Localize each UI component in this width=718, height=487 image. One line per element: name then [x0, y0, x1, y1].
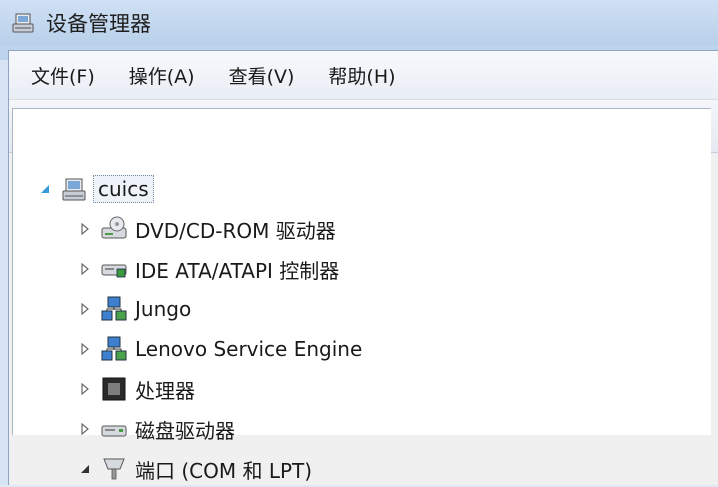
menu-view[interactable]: 查看(V): [227, 58, 297, 93]
title-bar[interactable]: 设备管理器: [0, 0, 718, 46]
expand-arrow-icon[interactable]: [77, 421, 93, 437]
network-device-icon: [101, 336, 127, 361]
tree-item-label: 端口 (COM 和 LPT): [135, 458, 313, 483]
tree-item-label: Jungo: [135, 297, 192, 321]
menu-file[interactable]: 文件(F): [29, 58, 97, 93]
tree-item-label: 处理器: [135, 378, 195, 403]
tree-item-ports[interactable]: 端口 (COM 和 LPT): [77, 451, 312, 487]
tree-item-ide[interactable]: IDE ATA/ATAPI 控制器: [77, 251, 339, 287]
menu-bar: 文件(F) 操作(A) 查看(V) 帮助(H): [9, 51, 718, 100]
disk-drive-icon: [101, 425, 127, 437]
collapse-arrow-icon[interactable]: [37, 181, 53, 197]
window-title: 设备管理器: [46, 12, 151, 36]
tree-item-lenovo[interactable]: Lenovo Service Engine: [77, 331, 362, 367]
device-tree[interactable]: cuics DVD/CD-ROM 驱动器 IDE ATA/ATAPI 控制器 J…: [12, 108, 711, 483]
menu-action[interactable]: 操作(A): [127, 58, 197, 93]
port-icon: [103, 458, 125, 480]
tree-item-disk[interactable]: 磁盘驱动器: [77, 411, 235, 447]
tree-item-jungo[interactable]: Jungo: [77, 291, 191, 327]
expand-arrow-icon[interactable]: [77, 221, 93, 237]
processor-icon: [102, 377, 126, 401]
tree-item-label: 磁盘驱动器: [135, 418, 235, 443]
tree-item-label: DVD/CD-ROM 驱动器: [135, 218, 336, 243]
expand-arrow-icon[interactable]: [77, 301, 93, 317]
expand-arrow-icon[interactable]: [77, 261, 93, 277]
tree-item-label: IDE ATA/ATAPI 控制器: [135, 258, 340, 283]
tree-root[interactable]: cuics: [37, 171, 154, 207]
tree-item-label: Lenovo Service Engine: [135, 337, 363, 361]
menu-help[interactable]: 帮助(H): [326, 58, 397, 93]
ide-controller-icon: [101, 264, 127, 278]
computer-name[interactable]: cuics: [93, 175, 154, 203]
collapse-arrow-icon[interactable]: [77, 461, 93, 477]
expand-arrow-icon[interactable]: [77, 381, 93, 397]
network-device-icon: [101, 296, 127, 321]
tree-item-dvd[interactable]: DVD/CD-ROM 驱动器: [77, 211, 336, 247]
dvd-drive-icon: [101, 216, 127, 239]
computer-icon: [62, 178, 86, 201]
device-manager-window: 设备管理器 文件(F) 操作(A) 查看(V) 帮助(H) cuics DVD/…: [0, 0, 718, 485]
tree-item-processor[interactable]: 处理器: [77, 371, 195, 407]
device-manager-icon: [12, 13, 34, 33]
expand-arrow-icon[interactable]: [77, 341, 93, 357]
